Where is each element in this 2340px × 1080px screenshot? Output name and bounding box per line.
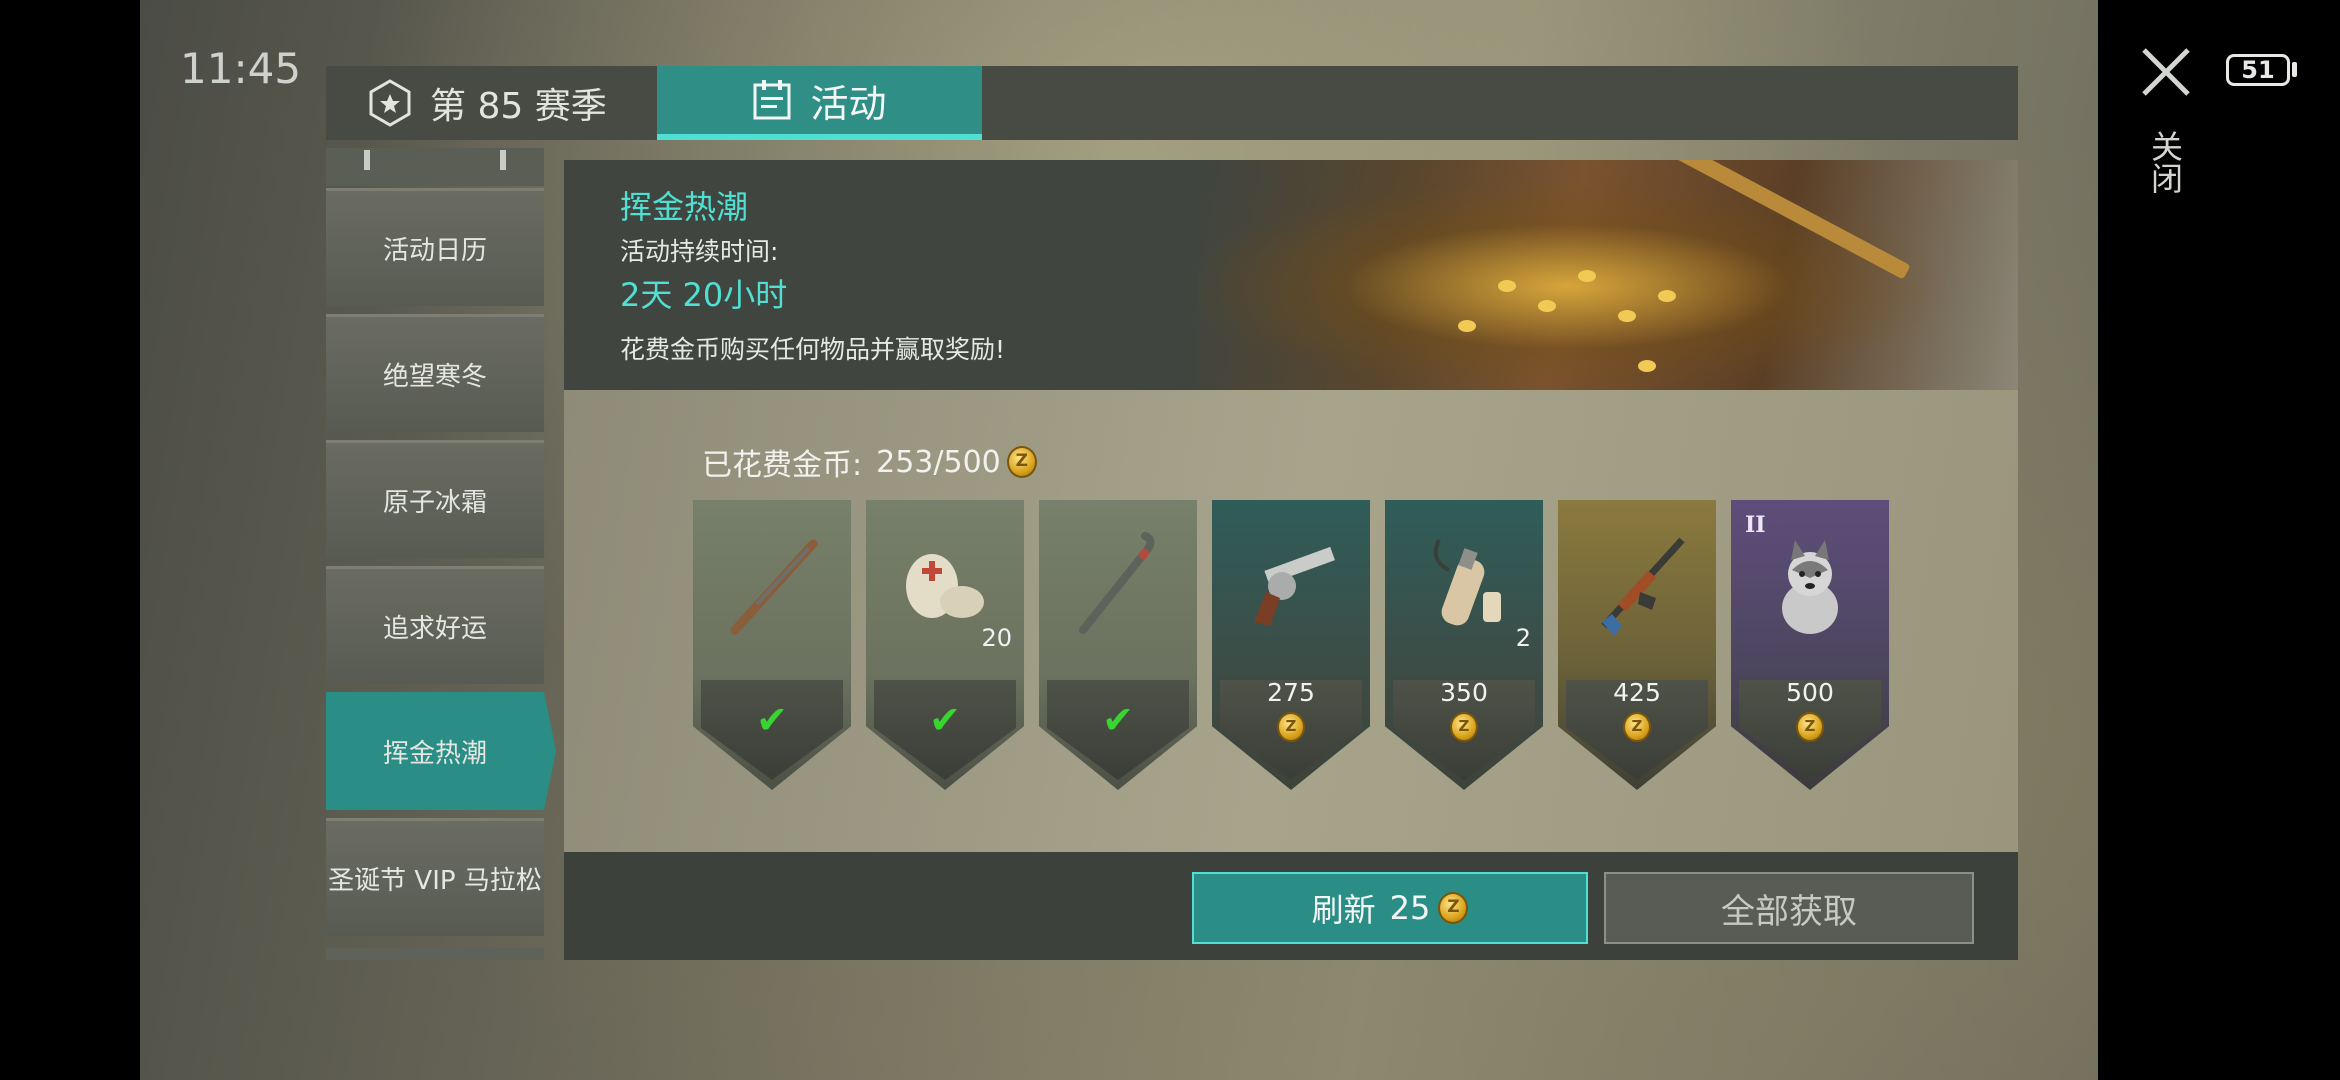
refresh-label: 刷新: [1311, 891, 1376, 929]
refresh-cost: 25: [1389, 889, 1431, 927]
calendar-icon: [753, 80, 791, 120]
banner-coin: [1618, 310, 1636, 322]
battery-indicator: 51: [2226, 54, 2290, 86]
sidebar-scroll-tick: [500, 150, 506, 170]
banner-coin: [1638, 360, 1656, 372]
tab-season[interactable]: 第 85 赛季: [326, 66, 656, 140]
refresh-button[interactable]: 刷新 25: [1192, 872, 1588, 944]
sidebar-item-despair-winter[interactable]: 绝望寒冬: [326, 314, 544, 432]
sidebar-item-label: 追求好运: [382, 614, 487, 644]
battery-tip: [2292, 62, 2297, 77]
sidebar-item-calendar[interactable]: 活动日历: [326, 188, 544, 306]
spent-value: 253/500: [876, 444, 1001, 480]
reward-price: 350: [1440, 678, 1488, 707]
claim-all-label: 全部获取: [1721, 891, 1857, 932]
reward-price: 275: [1267, 678, 1315, 707]
status-time: 11:45: [180, 44, 302, 93]
coin-icon: [1796, 712, 1824, 742]
reward-husky-pet[interactable]: II 500: [1731, 500, 1889, 790]
reward-quantity: 2: [1515, 624, 1531, 652]
spent-progress: 已花费金币: 253/500: [702, 440, 1037, 484]
sidebar-more-stub: [326, 948, 544, 960]
rifle-icon: [730, 539, 818, 635]
checkmark-icon: ✔: [756, 698, 788, 742]
revolver-icon: [1254, 546, 1335, 626]
coin-icon: [1450, 712, 1478, 742]
event-title: 挥金热潮: [620, 188, 749, 226]
crowbar-icon: [1079, 532, 1155, 634]
coin-icon: [1277, 712, 1305, 742]
banner-coin: [1538, 300, 1556, 312]
reward-revolver[interactable]: 275: [1212, 500, 1370, 790]
reward-price: 425: [1613, 678, 1661, 707]
husky-icon: [1782, 540, 1838, 634]
coin-icon: [1623, 712, 1651, 742]
tab-events[interactable]: 活动: [657, 66, 982, 140]
event-description: 花费金币购买任何物品并赢取奖励!: [620, 335, 1006, 364]
reward-rifle[interactable]: ✔: [693, 500, 851, 790]
reward-ak-rifle[interactable]: 425: [1558, 500, 1716, 790]
claim-all-button[interactable]: 全部获取: [1604, 872, 1974, 944]
reward-crowbar[interactable]: ✔: [1039, 500, 1197, 790]
event-duration: 2天 20小时: [620, 276, 788, 314]
coin-icon: [1006, 446, 1037, 478]
reward-bottle-bag[interactable]: 2 350: [1385, 500, 1543, 790]
banner-coin: [1578, 270, 1596, 282]
reward-price: 500: [1786, 678, 1834, 707]
coin-icon: [1438, 892, 1469, 924]
banner-coin: [1658, 290, 1676, 302]
event-duration-label: 活动持续时间:: [620, 237, 779, 266]
battery-level: 51: [2241, 56, 2275, 84]
checkmark-icon: ✔: [1102, 698, 1134, 742]
banner-gold-table-image: [1198, 160, 2018, 390]
sidebar-item-label: 挥金热潮: [382, 738, 487, 769]
reward-bandage[interactable]: 20 ✔: [866, 500, 1024, 790]
tab-events-label: 活动: [810, 81, 887, 126]
sidebar-item-label: 原子冰霜: [382, 488, 487, 518]
reward-quantity: 20: [981, 624, 1012, 652]
season-badge-icon: [369, 79, 411, 127]
banner-coin: [1458, 320, 1476, 332]
sidebar-item-label: 活动日历: [382, 236, 487, 266]
sidebar-scroll-tick: [364, 150, 370, 170]
sidebar-item-xmas-vip-marathon[interactable]: 圣诞节 VIP 马拉松: [326, 818, 544, 936]
checkmark-icon: ✔: [929, 698, 961, 742]
sidebar-item-spending-spree[interactable]: 挥金热潮: [326, 692, 556, 810]
sidebar-item-pursue-luck[interactable]: 追求好运: [326, 566, 544, 684]
sidebar-item-label: 圣诞节 VIP 马拉松: [328, 866, 542, 896]
bottle-bag-icon: [1433, 539, 1501, 626]
banner-rifle-illustration: [1585, 160, 1911, 280]
right-letterbox: [2098, 0, 2340, 1080]
spent-label: 已花费金币:: [702, 448, 863, 483]
sidebar-item-atomic-frost[interactable]: 原子冰霜: [326, 440, 544, 558]
banner-coin: [1498, 280, 1516, 292]
close-icon[interactable]: [2138, 44, 2194, 100]
tab-season-label: 第 85 赛季: [430, 86, 607, 127]
close-label[interactable]: 关闭: [2146, 130, 2188, 194]
sidebar-item-label: 绝望寒冬: [382, 362, 487, 392]
sidebar-scroll-rail[interactable]: [326, 148, 544, 186]
ak-rifle-icon: [1601, 537, 1685, 636]
